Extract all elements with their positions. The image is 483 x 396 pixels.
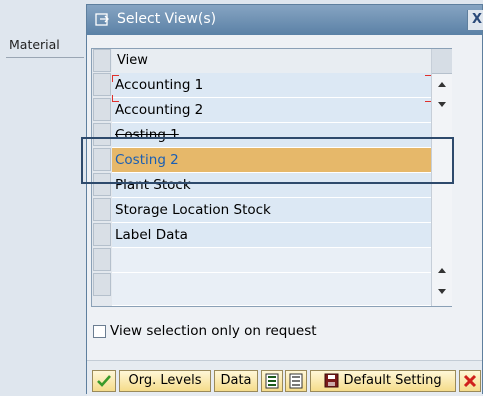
row-selector[interactable] [93,223,111,246]
view-selection-checkbox[interactable] [93,325,106,338]
views-table: View Accounting 1 Accounting 2 Costing 1… [91,48,452,307]
scroll-up-icon[interactable] [438,268,446,273]
divider [6,57,84,58]
row-label: Costing 1 [115,127,179,143]
row-selector-column [92,49,112,306]
row-selector[interactable] [93,198,111,221]
row-selector[interactable] [93,123,111,146]
table-row-empty[interactable] [112,248,431,273]
column-header-view[interactable]: View [117,53,148,68]
row-selector[interactable] [93,248,111,271]
row-selector[interactable] [93,98,111,121]
checkmark-icon [97,374,111,387]
dialog-titlebar[interactable]: Select View(s) X [87,5,483,35]
table-row[interactable]: Storage Location Stock [112,198,431,223]
row-label: Storage Location Stock [115,202,271,218]
deselect-all-button[interactable] [285,370,307,392]
deselect-all-icon [289,373,303,388]
select-all-button[interactable] [261,370,283,392]
table-row[interactable]: Costing 1 [112,123,431,148]
close-button[interactable]: X [467,10,483,30]
scroll-down-icon[interactable] [438,102,446,107]
table-row[interactable]: Accounting 2 [112,98,431,123]
dialog-title: Select View(s) [117,11,217,27]
cancel-button[interactable] [459,370,481,392]
row-label: Label Data [115,227,188,243]
table-row-empty[interactable] [112,273,431,306]
table-row[interactable]: Label Data [112,223,431,248]
row-label: Accounting 2 [115,102,204,118]
focus-corner-mark [112,75,119,82]
row-selector[interactable] [93,148,111,171]
background-panel: Material [0,0,90,394]
row-label: Plant Stock [115,177,191,193]
select-all-cell[interactable] [93,49,111,72]
confirm-button[interactable] [92,370,116,392]
row-selector[interactable] [93,273,111,296]
select-all-icon [265,373,279,388]
material-label: Material [9,37,60,52]
scroll-down-icon[interactable] [438,289,446,294]
row-selector[interactable] [93,73,111,96]
row-label: Costing 2 [115,152,179,168]
table-header: View [112,49,431,74]
scroll-up-icon[interactable] [438,82,446,87]
cancel-x-icon [463,374,477,387]
select-views-dialog: Select View(s) X View Accounting 1 Accou… [86,4,483,396]
window-icon [95,13,109,26]
save-disk-icon [324,373,339,388]
column-settings-cell[interactable] [432,49,452,74]
button-bar: Org. Levels Data Default Setting [87,360,482,396]
default-setting-label: Default Setting [343,373,442,388]
focus-corner-mark [112,95,119,102]
row-label: Accounting 1 [115,77,204,93]
vertical-scrollbar[interactable] [431,49,452,306]
data-button[interactable]: Data [214,370,258,392]
org-levels-button[interactable]: Org. Levels [119,370,211,392]
table-row[interactable]: Plant Stock [112,173,431,198]
table-row[interactable]: Accounting 1 [112,73,431,98]
row-selector[interactable] [93,173,111,196]
table-row-selected[interactable]: Costing 2 [112,148,431,173]
default-setting-button[interactable]: Default Setting [310,370,456,392]
checkbox-label: View selection only on request [110,323,317,339]
